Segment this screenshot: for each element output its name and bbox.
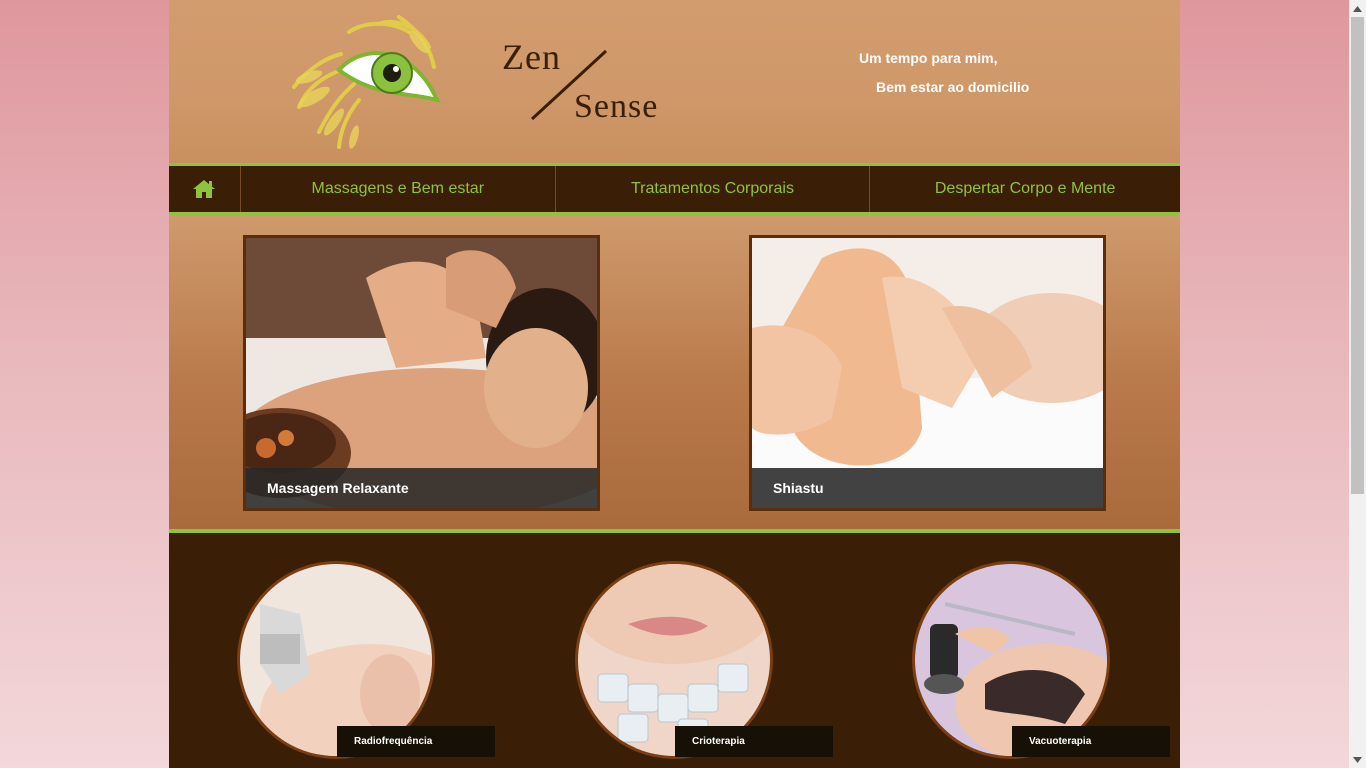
site-header: Zen Sense Um tempo para mim, Bem estar a… [169,0,1180,163]
home-icon [193,180,216,198]
featured-card-shiastu[interactable]: Shiastu [749,235,1106,511]
service-label[interactable]: Crioterapia [675,726,833,757]
vertical-scrollbar[interactable] [1349,0,1366,768]
featured-section: Massagem Relaxante Shiastu [169,215,1180,533]
services-section: Radiofrequência Crioterapia Vacuoterapia [169,537,1180,768]
service-crioterapia[interactable]: Crioterapia [575,561,833,761]
nav-item-tratamentos[interactable]: Tratamentos Corporais [556,166,871,212]
tagline-line-1: Um tempo para mim, [859,50,998,66]
scroll-up-icon[interactable] [1349,0,1366,17]
tagline-line-2: Bem estar ao domicilio [876,79,1030,95]
service-label[interactable]: Radiofrequência [337,726,495,757]
service-radiofrequencia[interactable]: Radiofrequência [237,561,495,761]
service-vacuoterapia[interactable]: Vacuoterapia [912,561,1170,761]
brand-wordmark[interactable]: Zen Sense [494,32,664,132]
main-navigation: Massagens e Bem estar Tratamentos Corpor… [169,163,1180,215]
featured-caption[interactable]: Shiastu [752,468,1103,508]
scrollbar-thumb[interactable] [1351,17,1364,494]
brand-name-bottom: Sense [574,88,659,125]
page-container: Zen Sense Um tempo para mim, Bem estar a… [169,0,1180,768]
eye-logo-icon[interactable] [279,12,444,152]
nav-item-massagens[interactable]: Massagens e Bem estar [241,166,556,212]
brand-name-top: Zen [502,37,561,77]
service-label[interactable]: Vacuoterapia [1012,726,1170,757]
featured-caption[interactable]: Massagem Relaxante [246,468,597,508]
nav-item-despertar[interactable]: Despertar Corpo e Mente [870,166,1180,212]
featured-card-massagem[interactable]: Massagem Relaxante [243,235,600,511]
nav-home[interactable] [169,166,241,212]
scroll-down-icon[interactable] [1349,751,1366,768]
